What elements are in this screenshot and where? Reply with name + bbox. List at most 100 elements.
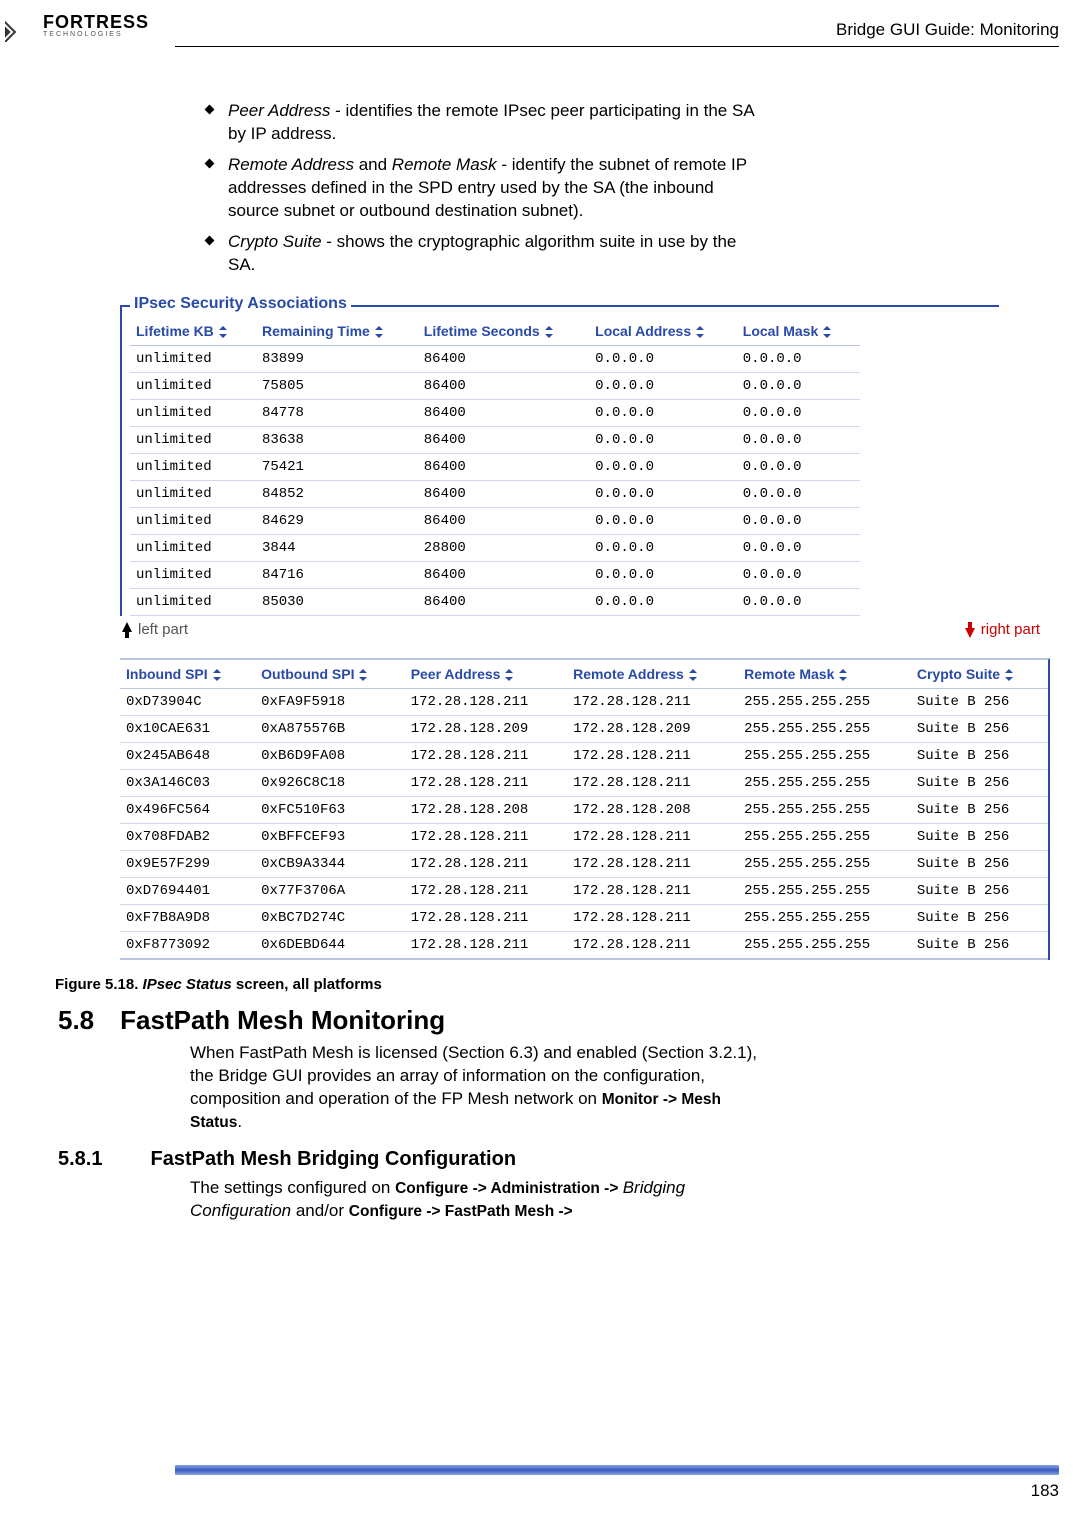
table-row: unlimited84716864000.0.0.00.0.0.0 (130, 561, 860, 588)
table-cell: 255.255.255.255 (738, 797, 911, 824)
column-header[interactable]: Peer Address (405, 660, 567, 689)
table-cell: 172.28.128.211 (405, 905, 567, 932)
table-cell: 172.28.128.211 (567, 689, 738, 716)
table-cell: 0.0.0.0 (737, 345, 860, 372)
subsection-body-nav1: Configure -> Administration -> (395, 1180, 623, 1197)
column-header[interactable]: Local Mask (737, 317, 860, 346)
column-header[interactable]: Remote Address (567, 660, 738, 689)
table-row: unlimited84629864000.0.0.00.0.0.0 (130, 507, 860, 534)
column-header[interactable]: Lifetime Seconds (418, 317, 589, 346)
table-cell: unlimited (130, 534, 256, 561)
table-cell: 86400 (418, 345, 589, 372)
sort-icon[interactable] (218, 325, 228, 339)
table-cell: 84716 (256, 561, 418, 588)
table-cell: 0.0.0.0 (589, 534, 737, 561)
sort-icon[interactable] (695, 325, 705, 339)
sort-icon[interactable] (688, 668, 698, 682)
subsection-heading: 5.8.1 FastPath Mesh Bridging Configurati… (58, 1148, 1059, 1171)
column-header[interactable]: Remote Mask (738, 660, 911, 689)
table-cell: 0x708FDAB2 (120, 824, 255, 851)
table-cell: unlimited (130, 345, 256, 372)
table-row: unlimited83638864000.0.0.00.0.0.0 (130, 426, 860, 453)
table-cell: 172.28.128.211 (567, 905, 738, 932)
table-cell: 172.28.128.211 (567, 824, 738, 851)
column-header[interactable]: Local Address (589, 317, 737, 346)
table-cell: 255.255.255.255 (738, 689, 911, 716)
sort-icon[interactable] (838, 668, 848, 682)
ipsec-table-left: Lifetime KB Remaining Time Lifetime Seco… (130, 317, 860, 616)
table-row: 0x245AB6480xB6D9FA08172.28.128.211172.28… (120, 743, 1048, 770)
table-cell: 86400 (418, 561, 589, 588)
table-cell: 255.255.255.255 (738, 932, 911, 960)
sort-icon[interactable] (212, 668, 222, 682)
table-row: 0xD76944010x77F3706A172.28.128.211172.28… (120, 878, 1048, 905)
table-cell: unlimited (130, 507, 256, 534)
table-cell: 172.28.128.209 (567, 716, 738, 743)
bullet-term2: Remote Mask (392, 155, 497, 174)
table-row: 0xD73904C0xFA9F5918172.28.128.211172.28.… (120, 689, 1048, 716)
table-cell: 0.0.0.0 (589, 372, 737, 399)
table-cell: 83899 (256, 345, 418, 372)
fieldset-legend: IPsec Security Associations (130, 295, 351, 313)
table-cell: 172.28.128.211 (405, 878, 567, 905)
table-cell: 0.0.0.0 (589, 480, 737, 507)
table-cell: Suite B 256 (911, 932, 1048, 960)
list-item: Peer Address - identifies the remote IPs… (210, 100, 760, 146)
page-number: 183 (1031, 1481, 1059, 1501)
sort-icon[interactable] (822, 325, 832, 339)
sort-icon[interactable] (374, 325, 384, 339)
subsection-body-pre: The settings configured on (190, 1178, 395, 1197)
table-cell: 0x3A146C03 (120, 770, 255, 797)
left-part-annotation: left part (120, 620, 188, 640)
table-cell: 0x496FC564 (120, 797, 255, 824)
table-cell: 0.0.0.0 (589, 507, 737, 534)
sort-icon[interactable] (544, 325, 554, 339)
arrow-up-icon (120, 620, 134, 640)
table-cell: 0xBFFCEF93 (255, 824, 405, 851)
table-cell: 83638 (256, 426, 418, 453)
table-cell: 172.28.128.211 (405, 932, 567, 960)
table-cell: 0.0.0.0 (589, 561, 737, 588)
table-cell: 0x77F3706A (255, 878, 405, 905)
diamond-bullet-icon (205, 158, 215, 168)
sort-icon[interactable] (1004, 668, 1014, 682)
table-cell: 0.0.0.0 (737, 561, 860, 588)
table-cell: 172.28.128.211 (567, 932, 738, 960)
table-cell: 86400 (418, 372, 589, 399)
table-row: 0xF87730920x6DEBD644172.28.128.211172.28… (120, 932, 1048, 960)
table-cell: unlimited (130, 480, 256, 507)
column-header[interactable]: Outbound SPI (255, 660, 405, 689)
table-cell: 0.0.0.0 (589, 426, 737, 453)
table-cell: 255.255.255.255 (738, 878, 911, 905)
bullet-term: Remote Address (228, 155, 354, 174)
arrow-down-icon (963, 620, 977, 640)
table-cell: 0.0.0.0 (737, 426, 860, 453)
table-cell: 0x6DEBD644 (255, 932, 405, 960)
table-cell: 0.0.0.0 (737, 507, 860, 534)
column-header[interactable]: Inbound SPI (120, 660, 255, 689)
doc-header-title: Bridge GUI Guide: Monitoring (836, 20, 1059, 40)
table-row: unlimited84852864000.0.0.00.0.0.0 (130, 480, 860, 507)
table-row: 0x9E57F2990xCB9A3344172.28.128.211172.28… (120, 851, 1048, 878)
table-cell: 0x9E57F299 (120, 851, 255, 878)
table-cell: 0x245AB648 (120, 743, 255, 770)
figure-caption: Figure 5.18. IPsec Status screen, all pl… (55, 976, 1059, 993)
table-cell: 0xF8773092 (120, 932, 255, 960)
table-cell: unlimited (130, 561, 256, 588)
column-header[interactable]: Crypto Suite (911, 660, 1048, 689)
table-cell: 255.255.255.255 (738, 905, 911, 932)
footer-bar (175, 1465, 1059, 1475)
column-header[interactable]: Remaining Time (256, 317, 418, 346)
column-header[interactable]: Lifetime KB (130, 317, 256, 346)
table-cell: 0xD73904C (120, 689, 255, 716)
table-cell: 172.28.128.211 (567, 851, 738, 878)
section-body-post: . (237, 1112, 242, 1131)
table-cell: Suite B 256 (911, 716, 1048, 743)
sort-icon[interactable] (504, 668, 514, 682)
table-cell: 172.28.128.211 (567, 878, 738, 905)
table-cell: Suite B 256 (911, 743, 1048, 770)
table-cell: Suite B 256 (911, 824, 1048, 851)
diamond-bullet-icon (205, 105, 215, 115)
table-row: 0x708FDAB20xBFFCEF93172.28.128.211172.28… (120, 824, 1048, 851)
sort-icon[interactable] (358, 668, 368, 682)
